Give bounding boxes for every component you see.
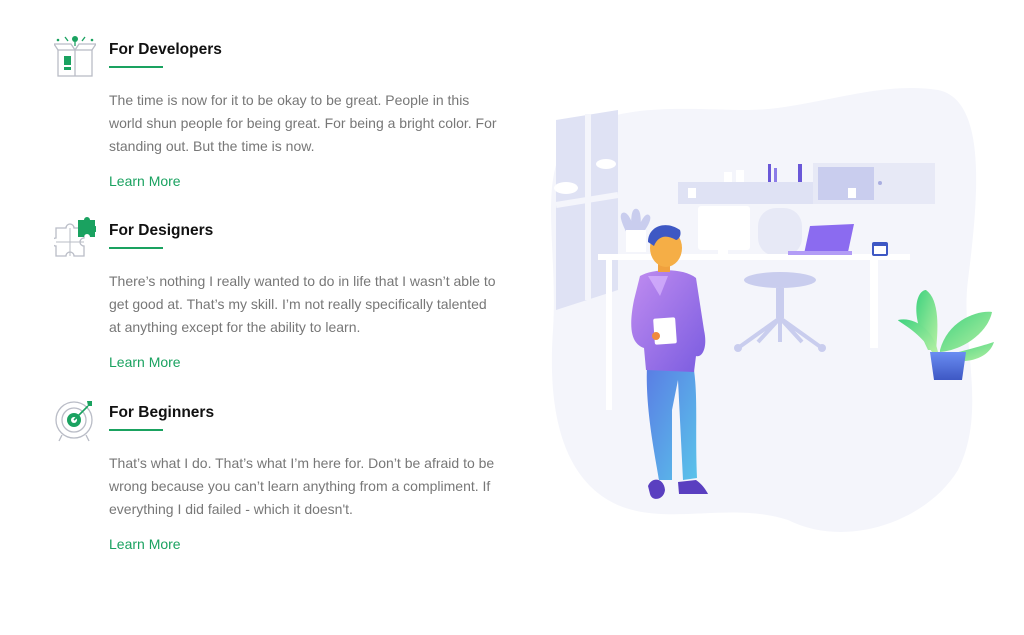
title-underline: [109, 429, 163, 431]
monitor: [698, 206, 750, 250]
title-underline: [109, 247, 163, 249]
feature-title: For Beginners: [109, 404, 215, 421]
title-underline: [109, 66, 163, 68]
feature-description: That’s what I do. That’s what I’m here f…: [109, 455, 495, 517]
features-section: For Developers The time is now for it to…: [0, 0, 1024, 635]
feature-description: The time is now for it to be okay to be …: [109, 92, 497, 154]
puzzle-icon: [54, 217, 96, 257]
office-person-illustration: [551, 87, 994, 532]
calendar: [872, 242, 888, 256]
target-icon: [55, 401, 93, 442]
learn-more-link-beginners[interactable]: Learn More: [109, 536, 181, 552]
desk-top: [598, 254, 910, 260]
feature-title: For Designers: [109, 222, 214, 239]
desk-plant: [620, 208, 651, 252]
learn-more-link-designers[interactable]: Learn More: [109, 354, 181, 370]
learn-more-link-developers[interactable]: Learn More: [109, 173, 181, 189]
feature-description: There’s nothing I really wanted to do in…: [109, 273, 496, 335]
open-box-icon: [54, 36, 96, 77]
feature-title: For Developers: [109, 41, 222, 58]
